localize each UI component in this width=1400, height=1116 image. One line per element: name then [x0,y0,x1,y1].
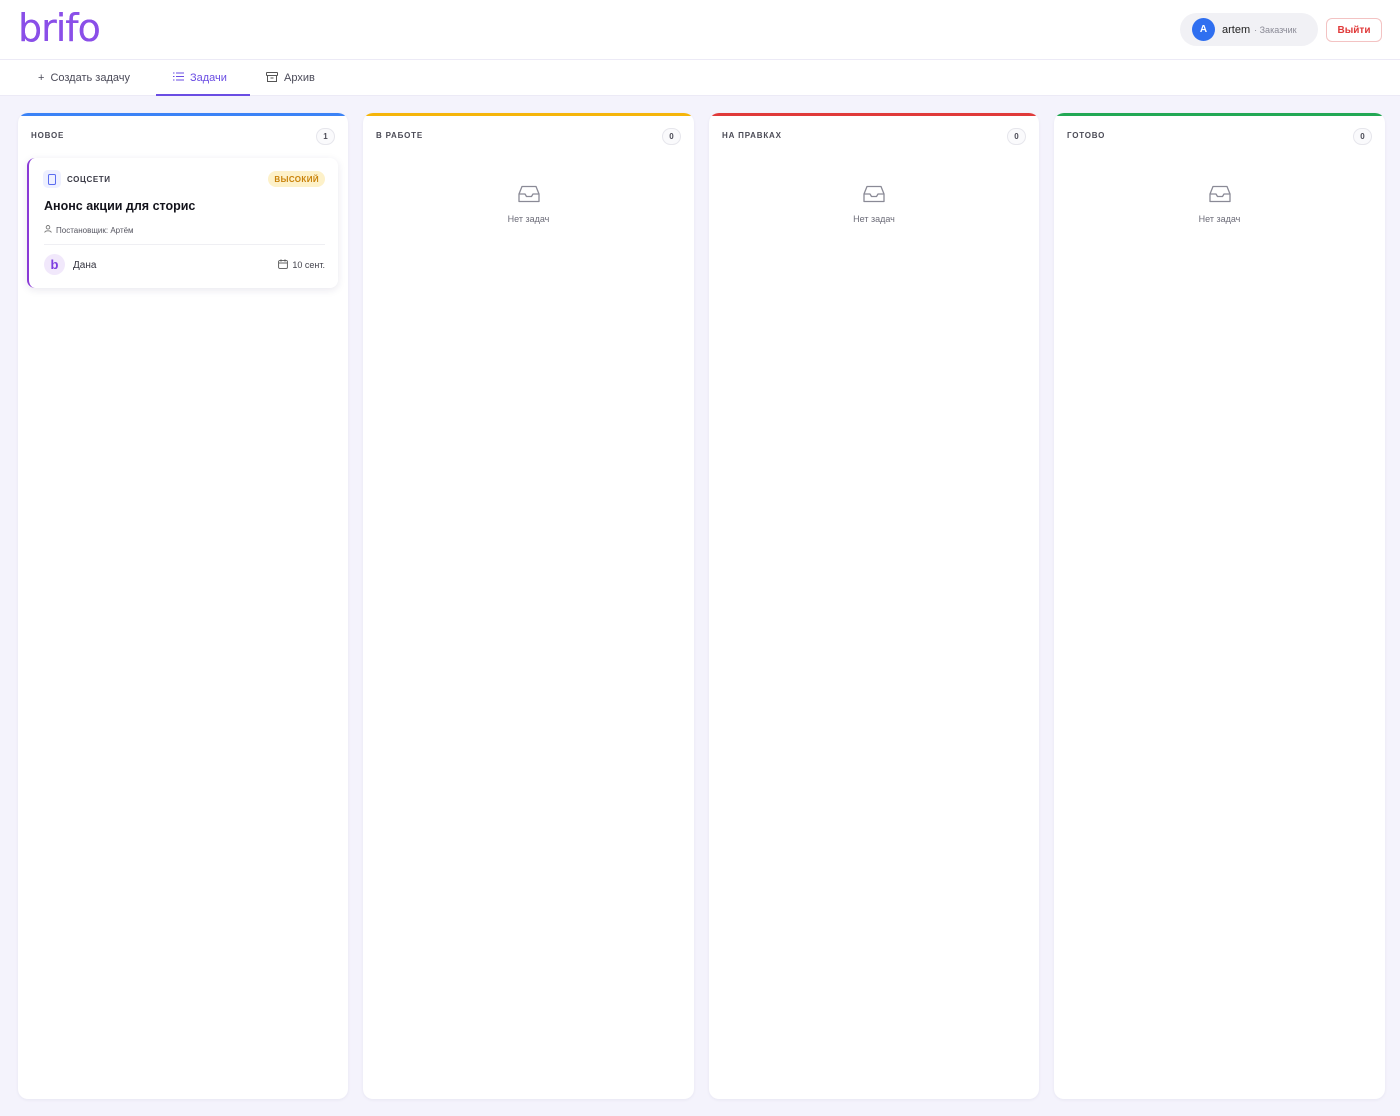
column-revisions: НА ПРАВКАХ 0 Нет задач [709,113,1039,1099]
tab-archive[interactable]: Архив [266,60,315,96]
inbox-icon [863,185,885,208]
column-title: В РАБОТЕ [376,131,424,140]
task-category: СОЦСЕТИ [67,175,111,184]
user-icon [44,225,52,235]
user-role: · Заказчик [1254,24,1297,35]
task-card[interactable]: СОЦСЕТИ ВЫСОКИЙ Анонс акции для сторис П… [27,158,338,288]
column-color-bar [363,113,694,116]
inbox-icon [1208,185,1231,208]
calendar-icon [278,259,289,271]
tab-label: Архив [284,72,315,84]
priority-badge: ВЫСОКИЙ [268,171,325,187]
list-icon [173,72,184,84]
inbox-icon [517,185,540,208]
column-color-bar [1054,113,1385,116]
tab-bar: + Создать задачу Задачи Архив [0,60,1400,96]
column-color-bar [709,113,1039,116]
user-pill[interactable]: A artem · Заказчик [1180,13,1318,46]
assigner-text: Постановщик: Артём [56,225,134,235]
column-in-progress: В РАБОТЕ 0 Нет задач [363,113,694,1099]
task-assigner: Постановщик: Артём [44,225,134,235]
active-tab-indicator [156,94,250,96]
due-date-text: 10 сент. [292,260,325,270]
column-count: 1 [316,128,335,145]
card-divider [44,244,325,245]
column-done: ГОТОВО 0 Нет задач [1054,113,1385,1099]
plus-icon: + [38,72,45,84]
tab-label: Задачи [190,72,227,84]
empty-state: Нет задач [363,185,694,224]
user-name: artem [1222,23,1251,36]
logout-button[interactable]: Выйти [1326,18,1382,42]
empty-state: Нет задач [1054,185,1385,224]
column-new: НОВОЕ 1 СОЦСЕТИ ВЫСОКИЙ Анонс акции для … [18,113,348,1099]
empty-text: Нет задач [853,214,895,224]
app-header: brifo A artem · Заказчик Выйти [0,0,1400,60]
empty-text: Нет задач [1198,214,1241,224]
column-title: ГОТОВО [1067,131,1106,140]
column-color-bar [18,113,348,116]
brifo-logo[interactable]: brifo [18,6,101,50]
task-title[interactable]: Анонс акции для сторис [44,199,195,213]
column-count: 0 [1353,128,1372,145]
assignee-name: Дана [73,260,97,271]
column-count: 0 [662,128,681,145]
archive-icon [266,71,278,85]
user-avatar: A [1192,18,1215,41]
due-date: 10 сент. [278,259,325,271]
phone-icon [43,170,61,188]
tab-label: Создать задачу [50,72,130,84]
column-title: НОВОЕ [31,131,65,140]
empty-state: Нет задач [709,185,1039,224]
tab-tasks[interactable]: Задачи [173,60,227,96]
column-count: 0 [1007,128,1026,145]
tab-create-task[interactable]: + Создать задачу [38,60,130,96]
empty-text: Нет задач [507,214,550,224]
assignee-avatar: b [44,254,65,275]
column-title: НА ПРАВКАХ [722,131,782,140]
